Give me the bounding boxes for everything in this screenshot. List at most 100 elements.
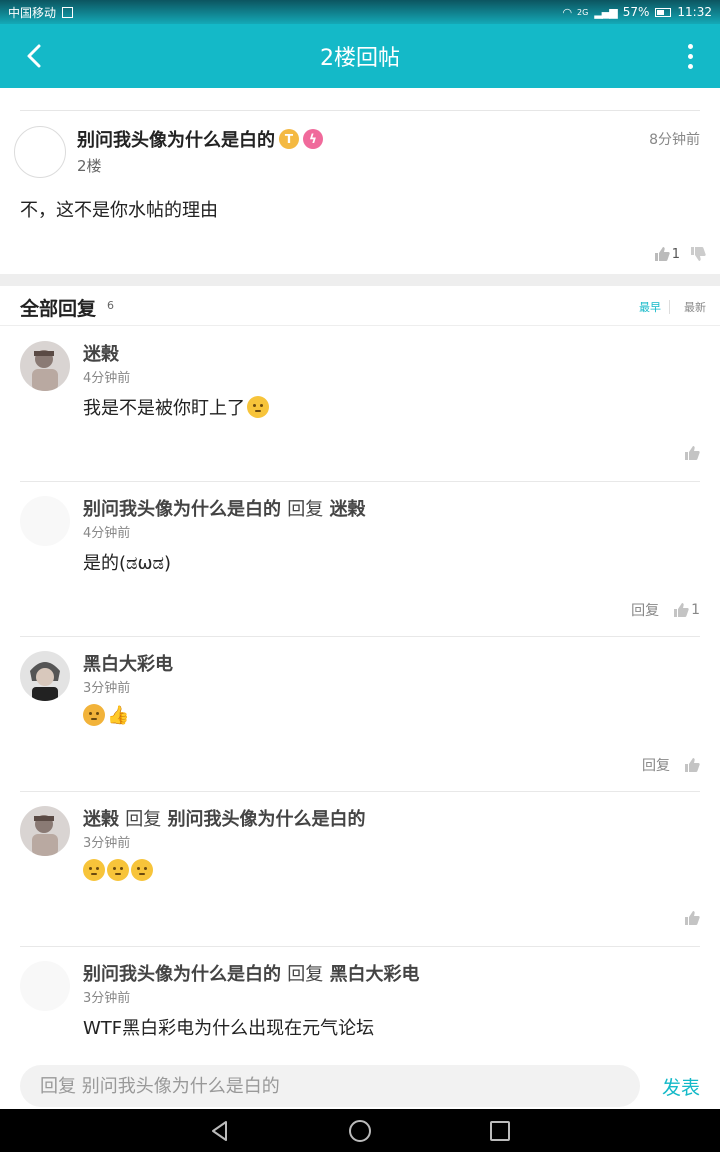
thumbs-up-button[interactable] <box>684 757 700 773</box>
sort-earliest-tab[interactable]: 最早 <box>639 299 669 315</box>
reply-text-body: WTF黑白彩电为什么出现在元气论坛 <box>83 1018 375 1039</box>
app-bar: 2楼回帖 <box>0 24 720 88</box>
nav-home-button[interactable] <box>348 1119 372 1143</box>
divider <box>669 300 670 314</box>
post-like-button[interactable]: 1 <box>654 246 680 262</box>
avatar[interactable] <box>20 806 70 856</box>
carrier-label: 中国移动 <box>8 5 57 20</box>
thumbs-down-icon <box>691 247 706 261</box>
reply-input[interactable] <box>20 1065 640 1107</box>
replies-count: 6 <box>107 299 114 312</box>
avatar[interactable] <box>20 651 70 701</box>
avatar-photo <box>20 651 70 701</box>
reply-author-name: 迷榖 <box>83 809 119 830</box>
thumbs-up-icon <box>673 602 689 618</box>
reply-target-name: 迷榖 <box>329 499 366 520</box>
face-emoji-icon <box>131 859 153 881</box>
reply-text <box>83 859 153 881</box>
thumbs-up-button[interactable] <box>684 445 700 461</box>
thumbs-up-button[interactable] <box>684 910 700 926</box>
reply-author[interactable]: 迷榖 回复 别问我头像为什么是白的 <box>83 805 366 831</box>
reply-text: 我是不是被你盯上了 <box>83 394 269 420</box>
back-button[interactable] <box>14 36 54 76</box>
more-options-button[interactable] <box>676 38 704 74</box>
post-time: 8分钟前 <box>649 132 700 148</box>
post-actions: 1 <box>654 246 706 262</box>
reply-word: 回复 <box>287 499 324 520</box>
reply-author[interactable]: 别问我头像为什么是白的 回复 迷榖 <box>83 495 366 521</box>
nav-recents-button[interactable] <box>488 1119 512 1143</box>
post-like-count: 1 <box>671 246 680 262</box>
chevron-left-icon <box>27 44 41 68</box>
reply-actions <box>684 910 700 926</box>
section-separator <box>0 274 720 286</box>
reply-text: 是的(ಡωಡ) <box>83 549 171 575</box>
thumbs-up-icon <box>685 446 700 460</box>
post-floor: 2楼 <box>77 157 102 175</box>
reply-time: 3分钟前 <box>83 991 131 1006</box>
reply-text-body: 我是不是被你盯上了 <box>83 398 245 419</box>
avatar[interactable] <box>20 961 70 1011</box>
reply-item: 迷榖 回复 别问我头像为什么是白的 3分钟前 <box>0 792 720 947</box>
reply-button[interactable]: 回复 <box>631 600 659 620</box>
face-emoji-icon <box>83 859 105 881</box>
reply-text: WTF黑白彩电为什么出现在元气论坛 <box>83 1014 374 1040</box>
post-author-avatar[interactable] <box>14 126 66 178</box>
reply-author[interactable]: 迷榖 <box>83 340 119 366</box>
reply-time: 4分钟前 <box>83 371 131 386</box>
avatar[interactable] <box>20 496 70 546</box>
thumbs-up-icon <box>654 246 670 262</box>
reply-author-name: 别问我头像为什么是白的 <box>83 964 281 985</box>
battery-fill <box>657 9 665 15</box>
replies-header: 全部回复 6 最早 最新 <box>0 286 720 326</box>
more-vertical-icon <box>687 43 693 49</box>
reply-actions: 回复 <box>642 755 700 775</box>
reply-word: 回复 <box>125 809 162 830</box>
reply-text-body: 是的(ಡωಡ) <box>83 553 172 574</box>
battery-percent: 57% <box>622 5 650 19</box>
reply-time: 3分钟前 <box>83 681 131 696</box>
circle-home-icon <box>349 1119 371 1142</box>
reply-author-name: 迷榖 <box>83 344 119 365</box>
thumbs-up-icon <box>685 758 700 772</box>
reply-word: 回复 <box>287 964 324 985</box>
reply-list: 迷榖 4分钟前 我是不是被你盯上了 别问我头像为什么是白的 回复 迷榖 4分钟前… <box>0 327 720 1102</box>
clock: 11:32 <box>677 5 712 19</box>
wifi-icon: ◠ <box>562 5 572 19</box>
send-button[interactable]: 发表 <box>662 1073 700 1100</box>
avatar[interactable] <box>20 341 70 391</box>
reply-actions: 回复 1 <box>631 600 700 620</box>
reply-target-name: 黑白大彩电 <box>329 964 420 985</box>
page-title: 2楼回帖 <box>320 46 400 71</box>
reply-actions <box>684 445 700 461</box>
reply-time: 3分钟前 <box>83 836 131 851</box>
battery-icon <box>655 7 672 17</box>
reply-item: 迷榖 4分钟前 我是不是被你盯上了 <box>0 327 720 482</box>
main-post <box>0 88 720 274</box>
sort-latest-tab[interactable]: 最新 <box>684 299 706 315</box>
reply-button[interactable]: 回复 <box>642 755 670 775</box>
reply-item: 黑白大彩电 3分钟前 👍 回复 <box>0 637 720 792</box>
face-emoji-icon <box>83 704 105 726</box>
nav-back-button[interactable] <box>208 1119 232 1143</box>
reply-input-bar: 发表 <box>0 1063 720 1109</box>
divider <box>20 110 700 111</box>
triangle-back-icon <box>212 1120 227 1141</box>
network-type-label: 2G <box>577 7 589 17</box>
sort-tabs: 最早 最新 <box>639 299 706 315</box>
thumbs-down-button[interactable] <box>690 246 706 262</box>
more-dot <box>687 63 693 69</box>
reply-author-name: 黑白大彩电 <box>83 654 173 675</box>
signal-icon: ▂▄▆ <box>594 5 617 19</box>
reply-author[interactable]: 别问我头像为什么是白的 回复 黑白大彩电 <box>83 960 420 986</box>
like-button[interactable]: 1 <box>673 602 700 618</box>
reply-author[interactable]: 黑白大彩电 <box>83 650 173 676</box>
t-badge-icon: T <box>279 129 299 149</box>
bolt-badge-icon: ϟ <box>303 129 323 149</box>
status-left: 中国移动 <box>8 4 74 21</box>
more-dot <box>687 53 693 59</box>
reply-target-name: 别问我头像为什么是白的 <box>167 809 366 830</box>
post-author[interactable]: 别问我头像为什么是白的 T ϟ <box>77 126 323 152</box>
replies-title: 全部回复 <box>20 298 97 320</box>
status-right: ◠ 2G ▂▄▆ 57% 11:32 <box>562 5 712 19</box>
